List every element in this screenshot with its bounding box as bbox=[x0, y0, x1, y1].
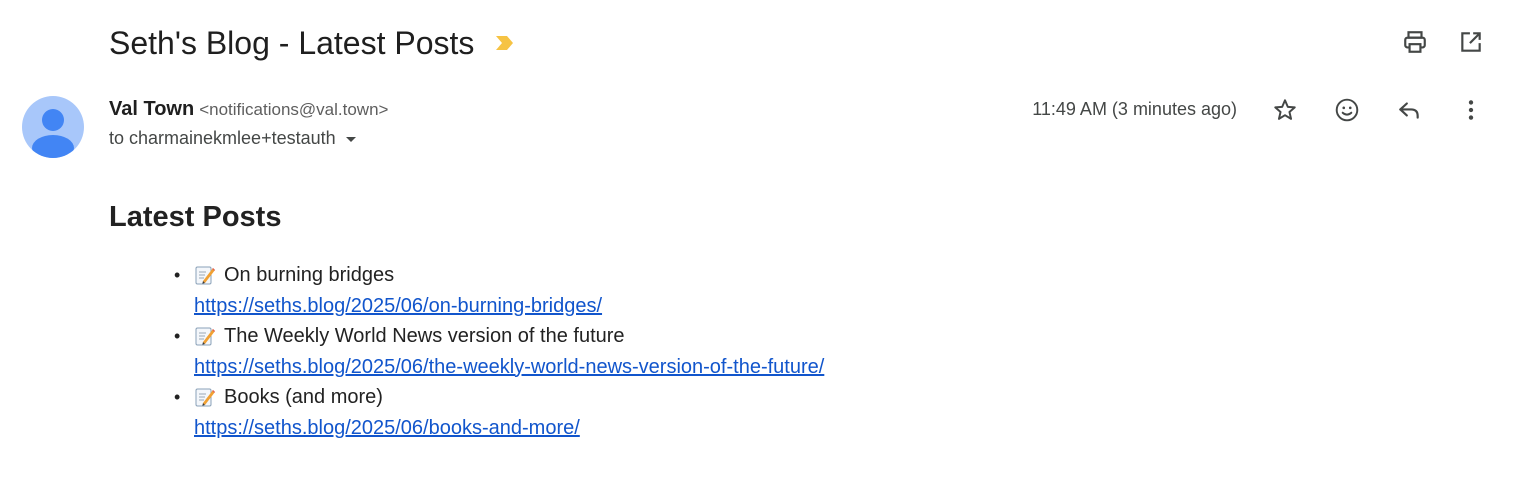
post-title-line: On burning bridges bbox=[194, 260, 824, 291]
list-bullet: • bbox=[174, 326, 181, 346]
star-icon[interactable] bbox=[1272, 97, 1298, 123]
sender-line: Val Town <notifications@val.town> bbox=[109, 98, 388, 121]
sender-block: Val Town <notifications@val.town> to cha… bbox=[109, 98, 388, 149]
list-bullet: • bbox=[174, 387, 181, 407]
importance-marker-icon[interactable] bbox=[494, 34, 516, 52]
print-icon[interactable] bbox=[1402, 29, 1428, 55]
reply-icon[interactable] bbox=[1396, 97, 1422, 123]
sender-name[interactable]: Val Town bbox=[109, 98, 194, 121]
list-item: • On burning bridges https://seths.blog/… bbox=[174, 260, 824, 322]
post-link[interactable]: https://seths.blog/2025/06/the-weekly-wo… bbox=[194, 352, 824, 383]
memo-icon bbox=[194, 386, 216, 408]
recipient-line: to charmainekmlee+testauth bbox=[109, 128, 388, 149]
chevron-down-icon[interactable] bbox=[344, 132, 358, 146]
body-heading: Latest Posts bbox=[109, 201, 282, 233]
subject-row: Seth's Blog - Latest Posts bbox=[109, 22, 516, 64]
more-options-icon[interactable] bbox=[1458, 97, 1484, 123]
post-link[interactable]: https://seths.blog/2025/06/on-burning-br… bbox=[194, 291, 824, 322]
avatar[interactable] bbox=[22, 96, 84, 158]
list-bullet: • bbox=[174, 265, 181, 285]
memo-icon bbox=[194, 264, 216, 286]
memo-icon bbox=[194, 325, 216, 347]
post-title: On burning bridges bbox=[224, 264, 395, 286]
post-title: Books (and more) bbox=[224, 386, 383, 408]
post-title-line: The Weekly World News version of the fut… bbox=[194, 321, 824, 352]
list-item: • Books (and more) https://seths.blog/20… bbox=[174, 382, 824, 444]
post-list: • On burning bridges https://seths.blog/… bbox=[109, 260, 824, 443]
sender-email: <notifications@val.town> bbox=[199, 100, 389, 119]
emoji-reaction-icon[interactable] bbox=[1334, 97, 1360, 123]
post-title-line: Books (and more) bbox=[194, 382, 824, 413]
email-subject: Seth's Blog - Latest Posts bbox=[109, 25, 475, 61]
post-title: The Weekly World News version of the fut… bbox=[224, 325, 625, 347]
message-actions bbox=[1272, 97, 1484, 123]
post-link[interactable]: https://seths.blog/2025/06/books-and-mor… bbox=[194, 413, 824, 444]
list-item: • The Weekly World News version of the f… bbox=[174, 321, 824, 383]
top-actions bbox=[1402, 29, 1484, 55]
timestamp: 11:49 AM (3 minutes ago) bbox=[1032, 99, 1237, 119]
message-body: Latest Posts • On burning bridges https:… bbox=[109, 196, 824, 443]
open-in-new-window-icon[interactable] bbox=[1458, 29, 1484, 55]
recipient-text: to charmainekmlee+testauth bbox=[109, 128, 336, 148]
